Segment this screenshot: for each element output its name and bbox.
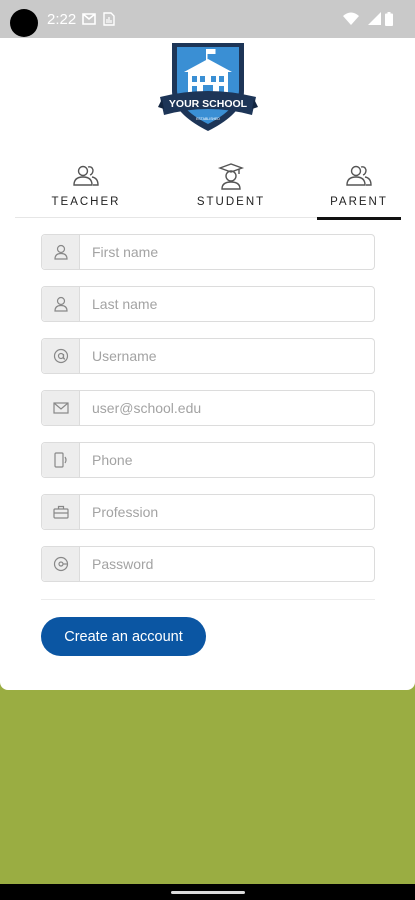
create-account-button[interactable]: Create an account [41, 617, 206, 656]
school-logo: YOUR SCHOOL ESTABLISHED [158, 41, 258, 133]
briefcase-icon [42, 495, 80, 529]
phone-icon [42, 443, 80, 477]
username-field [41, 338, 375, 374]
tab-teacher-label: TEACHER [51, 196, 121, 208]
username-input[interactable] [80, 339, 374, 373]
password-field [41, 546, 375, 582]
form-divider [41, 599, 375, 600]
profession-field [41, 494, 375, 530]
home-gesture-handle[interactable] [171, 891, 245, 894]
at-icon [42, 339, 80, 373]
last-name-input[interactable] [80, 287, 374, 321]
tab-parent-label: PARENT [330, 196, 388, 208]
email-field [41, 390, 375, 426]
logo-text: YOUR SCHOOL [169, 98, 248, 110]
camera-cutout [10, 9, 38, 37]
status-time: 2:22 [47, 11, 77, 28]
phone-field [41, 442, 375, 478]
key-icon [42, 547, 80, 581]
active-tab-indicator [317, 217, 401, 220]
register-card: YOUR SCHOOL ESTABLISHED TEACHER STUDENT [0, 38, 415, 690]
last-name-field [41, 286, 375, 322]
tab-student-label: STUDENT [196, 196, 266, 208]
tab-student[interactable]: STUDENT [191, 160, 271, 218]
sim-icon [103, 12, 115, 31]
graduate-icon [217, 160, 245, 192]
password-input[interactable] [80, 547, 374, 581]
gmail-icon [82, 12, 96, 30]
battery-icon [385, 12, 393, 31]
user-icon [42, 287, 80, 321]
users-icon [72, 160, 100, 192]
logo-subtext: ESTABLISHED [196, 117, 220, 121]
signal-icon [368, 12, 381, 30]
first-name-input[interactable] [80, 235, 374, 269]
system-nav-bar [0, 884, 415, 900]
user-icon [42, 235, 80, 269]
wifi-icon [343, 12, 359, 30]
tab-teacher[interactable]: TEACHER [45, 160, 127, 218]
phone-input[interactable] [80, 443, 374, 477]
role-tabs: TEACHER STUDENT PARENT [15, 160, 401, 220]
first-name-field [41, 234, 375, 270]
users-icon [345, 160, 373, 192]
profession-input[interactable] [80, 495, 374, 529]
mail-icon [42, 391, 80, 425]
tab-parent[interactable]: PARENT [317, 160, 401, 220]
email-input[interactable] [80, 391, 374, 425]
status-bar: 2:22 [0, 0, 415, 38]
